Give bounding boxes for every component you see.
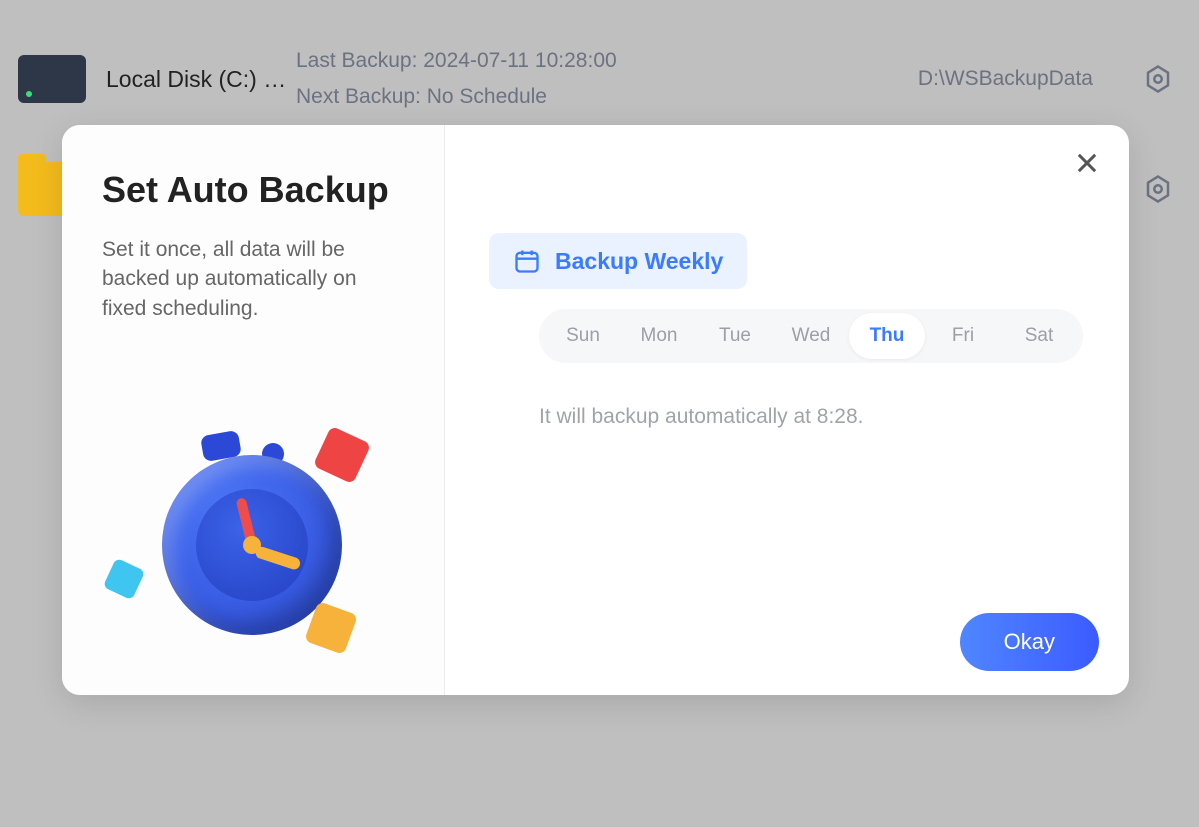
backup-meta: Last Backup: 2024-07-11 10:28:00 Next Ba… [296,43,918,114]
modal-description: Set it once, all data will be backed up … [102,235,404,323]
day-wed[interactable]: Wed [773,313,849,359]
day-sat[interactable]: Sat [1001,313,1077,359]
disk-icon [18,55,86,103]
modal-title: Set Auto Backup [102,169,404,211]
day-tue[interactable]: Tue [697,313,773,359]
day-fri[interactable]: Fri [925,313,1001,359]
frequency-label: Backup Weekly [555,248,723,275]
weekday-selector: Sun Mon Tue Wed Thu Fri Sat [539,309,1083,363]
frequency-selector[interactable]: Backup Weekly [489,233,747,289]
next-backup-text: Next Backup: No Schedule [296,79,918,115]
backup-row-disk: Local Disk (C:) … Last Backup: 2024-07-1… [0,24,1199,134]
okay-button[interactable]: Okay [960,613,1099,671]
modal-left-panel: Set Auto Backup Set it once, all data wi… [62,125,445,695]
settings-icon[interactable] [1143,64,1173,94]
backup-destination: D:\WSBackupData [918,67,1093,91]
day-mon[interactable]: Mon [621,313,697,359]
day-thu[interactable]: Thu [849,313,925,359]
clock-illustration [102,415,404,675]
last-backup-text: Last Backup: 2024-07-11 10:28:00 [296,43,918,79]
backup-source-title: Local Disk (C:) … [106,66,296,93]
modal-right-panel: Backup Weekly Sun Mon Tue Wed Thu Fri Sa… [445,125,1129,695]
close-icon[interactable] [1073,149,1101,177]
settings-icon[interactable] [1143,174,1173,204]
calendar-icon [513,247,541,275]
schedule-time-text: It will backup automatically at 8:28. [539,405,1099,429]
day-sun[interactable]: Sun [545,313,621,359]
auto-backup-modal: Set Auto Backup Set it once, all data wi… [62,125,1129,695]
